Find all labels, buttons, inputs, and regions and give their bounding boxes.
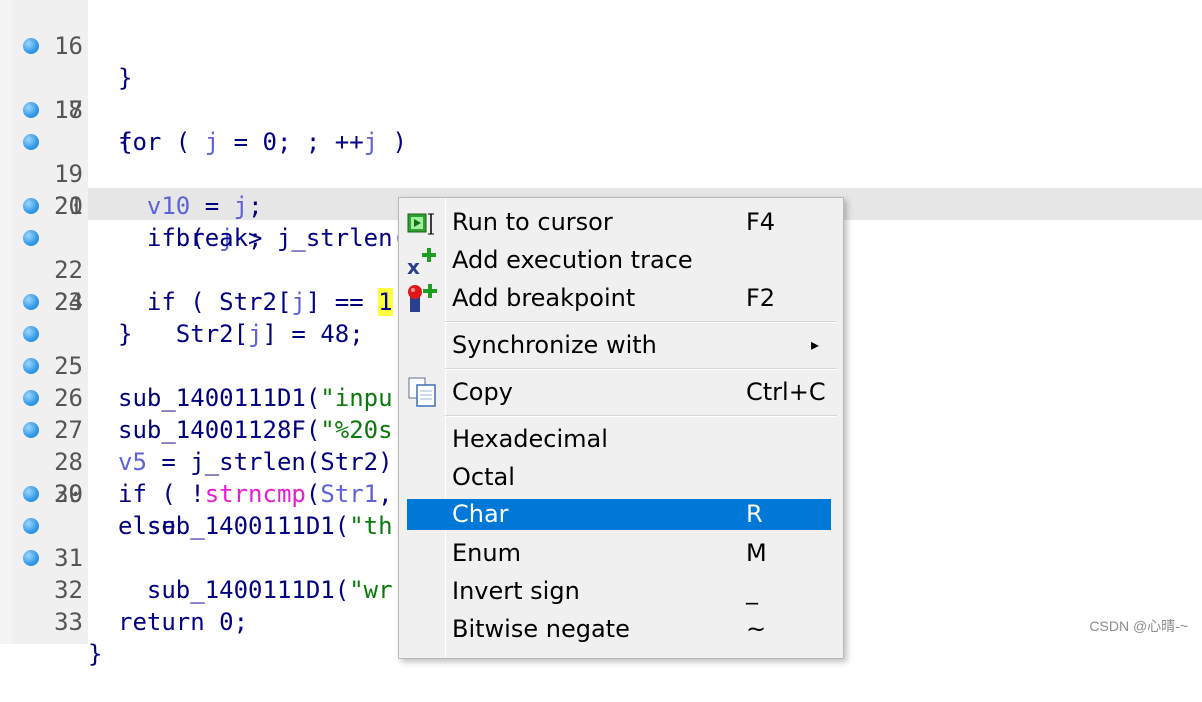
submenu-arrow-icon: ▸: [811, 335, 820, 354]
breakpoint-dot-icon[interactable]: [23, 134, 39, 150]
menu-item-synchronize-with[interactable]: Synchronize with ▸: [407, 328, 831, 362]
menu-item-hexadecimal[interactable]: Hexadecimal: [407, 422, 831, 456]
menu-item-label: Octal: [452, 463, 515, 491]
breakpoint-dot-icon[interactable]: [23, 294, 39, 310]
run-to-cursor-icon: [407, 211, 437, 245]
menu-item-enum[interactable]: Enum M: [407, 536, 831, 570]
menu-item-label: Invert sign: [452, 577, 580, 605]
menu-item-label: Add execution trace: [452, 246, 693, 274]
menu-item-label: Enum: [452, 539, 521, 567]
breakpoint-dot-icon[interactable]: [23, 422, 39, 438]
watermark: CSDN @心晴-~: [1089, 618, 1188, 634]
svg-text:x: x: [407, 255, 420, 276]
menu-item-bitwise-negate[interactable]: Bitwise negate ~: [407, 612, 831, 646]
menu-item-shortcut: F2: [746, 284, 776, 312]
breakpoint-dot-icon[interactable]: [23, 390, 39, 406]
breakpoint-dot-icon[interactable]: [23, 486, 39, 502]
menu-item-shortcut: R: [746, 500, 763, 528]
breakpoint-dot-icon[interactable]: [23, 102, 39, 118]
breakpoint-dot-icon[interactable]: [23, 550, 39, 566]
breakpoint-dot-icon[interactable]: [23, 326, 39, 342]
menu-item-add-breakpoint[interactable]: Add breakpoint F2: [407, 281, 831, 315]
code-text[interactable]: }: [88, 638, 102, 670]
menu-separator: [445, 415, 837, 417]
context-menu: Run to cursor F4 x Add execution trace A…: [398, 197, 844, 659]
menu-separator: [445, 368, 837, 370]
menu-item-invert-sign[interactable]: Invert sign _: [407, 574, 831, 608]
menu-item-add-execution-trace[interactable]: x Add execution trace: [407, 243, 831, 279]
code-line-20[interactable]: 20 if ( j > j_strlen(Str2) ): [12, 126, 1202, 252]
menu-item-label: Char: [452, 500, 509, 528]
menu-item-shortcut: M: [746, 539, 767, 567]
copy-icon: [407, 376, 441, 417]
menu-item-shortcut: F4: [746, 208, 776, 236]
code-text[interactable]: return 0;: [118, 606, 248, 638]
menu-item-label: Bitwise negate: [452, 615, 630, 643]
breakpoint-dot-icon[interactable]: [23, 38, 39, 54]
menu-item-label: Add breakpoint: [452, 284, 636, 312]
menu-item-label: Hexadecimal: [452, 425, 608, 453]
code-line-21[interactable]: 21 break;: [12, 158, 1202, 252]
breakpoint-dot-icon[interactable]: [23, 358, 39, 374]
code-line-16[interactable]: 16 }: [12, 0, 1202, 92]
menu-item-shortcut: Ctrl+C: [746, 378, 826, 406]
menu-item-copy[interactable]: Copy Ctrl+C: [407, 375, 831, 409]
add-trace-icon: x: [407, 246, 441, 285]
line-number: 33: [54, 608, 83, 636]
code-text[interactable]: sub_1400111D1("wr: [118, 574, 393, 606]
code-line-17[interactable]: 17 for ( j = 0; ; ++j ): [12, 30, 1202, 156]
menu-item-octal[interactable]: Octal: [407, 460, 831, 494]
menu-item-label: Run to cursor: [452, 208, 613, 236]
menu-item-label: Synchronize with: [452, 331, 657, 359]
code-line-19[interactable]: 19 v10 = j;: [12, 94, 1202, 220]
menu-separator: [445, 321, 837, 323]
breakpoint-dot-icon[interactable]: [23, 518, 39, 534]
menu-item-label: Copy: [452, 378, 513, 406]
menu-item-run-to-cursor[interactable]: Run to cursor F4: [407, 205, 831, 239]
menu-item-shortcut: ~: [746, 615, 767, 643]
breakpoint-dot-icon[interactable]: [23, 230, 39, 246]
menu-item-char[interactable]: Char R: [407, 499, 831, 530]
code-line-18[interactable]: 18 {: [12, 62, 1202, 156]
add-breakpoint-icon: [407, 282, 441, 323]
menu-item-shortcut: _: [746, 577, 758, 605]
breakpoint-dot-icon[interactable]: [23, 198, 39, 214]
